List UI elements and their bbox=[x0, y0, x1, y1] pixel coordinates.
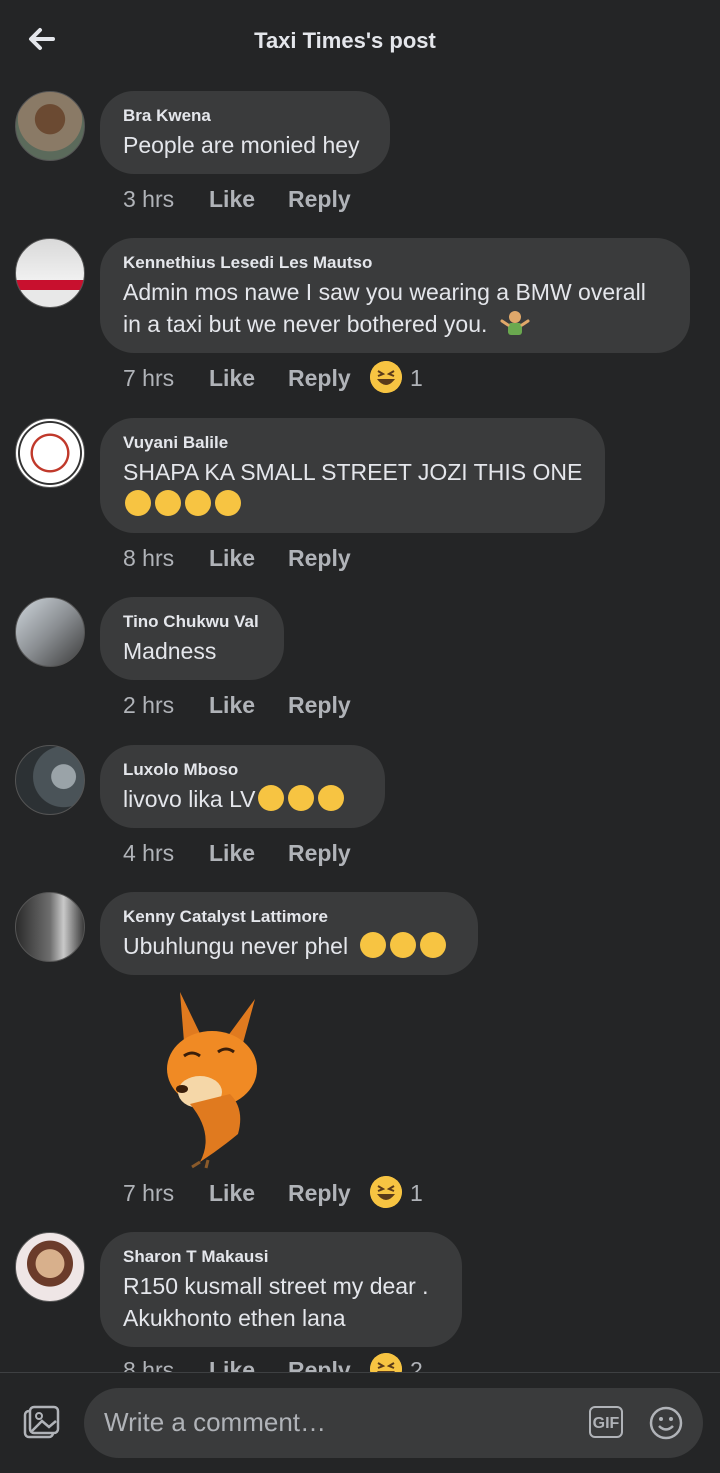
comment-time[interactable]: 8 hrs bbox=[123, 1357, 174, 1372]
like-button[interactable]: Like bbox=[209, 1180, 255, 1207]
reply-button[interactable]: Reply bbox=[288, 840, 351, 867]
avatar[interactable] bbox=[15, 597, 85, 667]
comment: Sharon T Makausi R150 kusmall street my … bbox=[0, 1232, 720, 1372]
comment-author[interactable]: Sharon T Makausi bbox=[123, 1246, 440, 1268]
comment-time[interactable]: 8 hrs bbox=[123, 545, 174, 572]
reply-button[interactable]: Reply bbox=[288, 1357, 351, 1372]
like-button[interactable]: Like bbox=[209, 365, 255, 392]
comment-time[interactable]: 7 hrs bbox=[123, 1180, 174, 1207]
rofl-emoji-icon bbox=[185, 490, 211, 516]
emoji-smile-icon[interactable] bbox=[649, 1406, 683, 1440]
like-button[interactable]: Like bbox=[209, 1357, 255, 1372]
confused-face-emoji-icon bbox=[257, 785, 284, 811]
reply-button[interactable]: Reply bbox=[288, 365, 351, 392]
comment-bubble[interactable]: Vuyani Balile SHAPA KA SMALL STREET JOZI… bbox=[100, 418, 605, 533]
gif-button[interactable]: GIF bbox=[589, 1406, 623, 1438]
comment-composer: Write a comment… GIF bbox=[0, 1372, 720, 1473]
like-button[interactable]: Like bbox=[209, 186, 255, 213]
comment-time[interactable]: 4 hrs bbox=[123, 840, 174, 867]
rofl-emoji-icon bbox=[125, 490, 151, 516]
comment-time[interactable]: 3 hrs bbox=[123, 186, 174, 213]
reply-button[interactable]: Reply bbox=[288, 692, 351, 719]
avatar[interactable] bbox=[15, 91, 85, 161]
like-button[interactable]: Like bbox=[209, 840, 255, 867]
rofl-emoji-icon bbox=[155, 490, 181, 516]
comment-text: Ubuhlungu never phel bbox=[123, 930, 456, 962]
haha-reaction-icon[interactable] bbox=[370, 1176, 402, 1208]
avatar[interactable] bbox=[15, 745, 85, 815]
comment-text-line: SHAPA KA SMALL STREET JOZI THIS ONE bbox=[123, 459, 583, 485]
comment-text: R150 kusmall street my dear . Akukhonto … bbox=[123, 1270, 440, 1334]
comment-text-span: livovo lika LV bbox=[123, 786, 256, 812]
avatar[interactable] bbox=[15, 892, 85, 962]
like-button[interactable]: Like bbox=[209, 545, 255, 572]
rofl-emoji-icon bbox=[215, 490, 241, 516]
comment-text-line: in a taxi but we never bothered you. bbox=[123, 308, 668, 340]
haha-reaction-icon[interactable] bbox=[370, 1353, 402, 1372]
comment-bubble[interactable]: Luxolo Mboso livovo lika LV bbox=[100, 745, 385, 828]
comment-time[interactable]: 2 hrs bbox=[123, 692, 174, 719]
comment-author[interactable]: Vuyani Balile bbox=[123, 432, 583, 454]
comment-text-span: in a taxi but we never bothered you. bbox=[123, 311, 488, 337]
comment-bubble[interactable]: Kennethius Lesedi Les Mautso Admin mos n… bbox=[100, 238, 690, 353]
reaction-count: 2 bbox=[410, 1357, 423, 1372]
avatar[interactable] bbox=[15, 1232, 85, 1302]
comment-input-placeholder: Write a comment… bbox=[104, 1407, 327, 1437]
reaction-count: 1 bbox=[410, 1180, 423, 1206]
comment-text-line: Akukhonto ethen lana bbox=[123, 1305, 346, 1331]
comment-bubble[interactable]: Tino Chukwu Val Madness bbox=[100, 597, 284, 680]
page-title: Taxi Times's post bbox=[254, 28, 436, 53]
comment-author[interactable]: Kennethius Lesedi Les Mautso bbox=[123, 252, 668, 274]
fox-sticker-image[interactable] bbox=[160, 984, 270, 1169]
photo-icon[interactable] bbox=[22, 1405, 60, 1441]
comment-bubble[interactable]: Bra Kwena People are monied hey bbox=[100, 91, 390, 174]
comment-author[interactable]: Luxolo Mboso bbox=[123, 759, 363, 781]
comment-text-line: R150 kusmall street my dear . bbox=[123, 1273, 429, 1299]
comment-text: Admin mos nawe I saw you wearing a BMW o… bbox=[123, 276, 668, 340]
comment-text-line: Admin mos nawe I saw you wearing a BMW o… bbox=[123, 279, 646, 305]
header-bar: Taxi Times's post bbox=[0, 0, 720, 84]
avatar[interactable] bbox=[15, 238, 85, 308]
comment-text: People are monied hey bbox=[123, 132, 360, 158]
comment-author[interactable]: Tino Chukwu Val bbox=[123, 611, 262, 633]
reply-button[interactable]: Reply bbox=[288, 545, 351, 572]
tears-of-joy-emoji-icon bbox=[390, 932, 417, 958]
rofl-emoji-icon bbox=[420, 932, 447, 958]
confused-face-emoji-icon bbox=[317, 785, 344, 811]
haha-reaction-icon[interactable] bbox=[370, 361, 402, 393]
comment-text: livovo lika LV bbox=[123, 783, 363, 815]
like-button[interactable]: Like bbox=[209, 692, 255, 719]
comment-time[interactable]: 7 hrs bbox=[123, 365, 174, 392]
comment-text: Madness bbox=[123, 638, 217, 664]
reaction-count: 1 bbox=[410, 365, 423, 391]
comment-text-span: Ubuhlungu never phel bbox=[123, 933, 349, 959]
comment-author[interactable]: Bra Kwena bbox=[123, 105, 368, 127]
emoji-row bbox=[123, 488, 583, 520]
comment-bubble[interactable]: Kenny Catalyst Lattimore Ubuhlungu never… bbox=[100, 892, 478, 975]
reply-button[interactable]: Reply bbox=[288, 186, 351, 213]
reply-button[interactable]: Reply bbox=[288, 1180, 351, 1207]
comment-author[interactable]: Kenny Catalyst Lattimore bbox=[123, 906, 456, 928]
avatar[interactable] bbox=[15, 418, 85, 488]
tears-of-joy-emoji-icon bbox=[360, 932, 387, 958]
comment-bubble[interactable]: Sharon T Makausi R150 kusmall street my … bbox=[100, 1232, 462, 1347]
person-shrugging-emoji-icon bbox=[500, 311, 530, 335]
confused-face-emoji-icon bbox=[287, 785, 314, 811]
comment-input[interactable]: Write a comment… GIF bbox=[84, 1388, 703, 1458]
comment-text: SHAPA KA SMALL STREET JOZI THIS ONE bbox=[123, 456, 583, 520]
